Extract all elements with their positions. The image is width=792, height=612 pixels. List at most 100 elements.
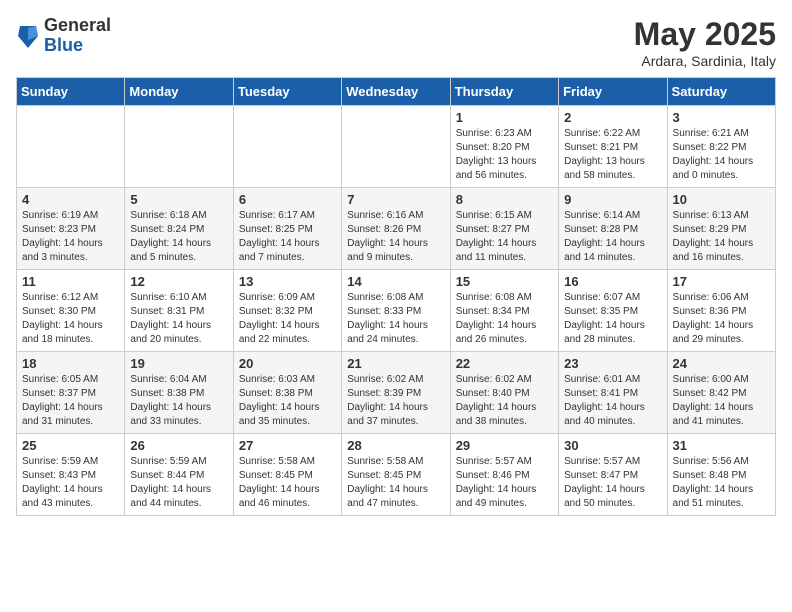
day-info: Sunrise: 6:08 AM Sunset: 8:33 PM Dayligh…: [347, 291, 444, 347]
day-number: 19: [130, 356, 227, 371]
day-info: Sunrise: 6:07 AM Sunset: 8:35 PM Dayligh…: [564, 291, 661, 347]
day-info: Sunrise: 6:17 AM Sunset: 8:25 PM Dayligh…: [239, 209, 336, 265]
week-row-1: 1 Sunrise: 6:23 AM Sunset: 8:20 PM Daylig…: [17, 106, 776, 188]
day-info: Sunrise: 6:00 AM Sunset: 8:42 PM Dayligh…: [673, 373, 770, 429]
calendar-cell: 21 Sunrise: 6:02 AM Sunset: 8:39 PM Dayli…: [342, 352, 450, 434]
day-info: Sunrise: 6:13 AM Sunset: 8:29 PM Dayligh…: [673, 209, 770, 265]
day-info: Sunrise: 6:02 AM Sunset: 8:40 PM Dayligh…: [456, 373, 553, 429]
day-number: 4: [22, 192, 119, 207]
calendar-cell: 20 Sunrise: 6:03 AM Sunset: 8:38 PM Dayli…: [233, 352, 341, 434]
day-number: 7: [347, 192, 444, 207]
logo-blue: Blue: [44, 36, 111, 56]
day-number: 5: [130, 192, 227, 207]
day-info: Sunrise: 6:04 AM Sunset: 8:38 PM Dayligh…: [130, 373, 227, 429]
calendar-cell: 2 Sunrise: 6:22 AM Sunset: 8:21 PM Daylig…: [559, 106, 667, 188]
day-info: Sunrise: 5:57 AM Sunset: 8:46 PM Dayligh…: [456, 455, 553, 511]
day-info: Sunrise: 6:23 AM Sunset: 8:20 PM Dayligh…: [456, 127, 553, 183]
weekday-header-sunday: Sunday: [17, 78, 125, 106]
day-info: Sunrise: 6:12 AM Sunset: 8:30 PM Dayligh…: [22, 291, 119, 347]
calendar-cell: 31Sunrise: 5:56 AM Sunset: 8:48 PM Dayli…: [667, 434, 775, 516]
calendar-cell: 25 Sunrise: 5:59 AM Sunset: 8:43 PM Dayli…: [17, 434, 125, 516]
calendar-cell: 6 Sunrise: 6:17 AM Sunset: 8:25 PM Daylig…: [233, 188, 341, 270]
day-number: 15: [456, 274, 553, 289]
day-info: Sunrise: 6:09 AM Sunset: 8:32 PM Dayligh…: [239, 291, 336, 347]
day-number: 22: [456, 356, 553, 371]
day-number: 25: [22, 438, 119, 453]
calendar-cell: 3Sunrise: 6:21 AM Sunset: 8:22 PM Daylig…: [667, 106, 775, 188]
day-info: Sunrise: 6:14 AM Sunset: 8:28 PM Dayligh…: [564, 209, 661, 265]
weekday-header-thursday: Thursday: [450, 78, 558, 106]
weekday-header-wednesday: Wednesday: [342, 78, 450, 106]
day-info: Sunrise: 6:22 AM Sunset: 8:21 PM Dayligh…: [564, 127, 661, 183]
day-info: Sunrise: 6:10 AM Sunset: 8:31 PM Dayligh…: [130, 291, 227, 347]
calendar-cell: 28 Sunrise: 5:58 AM Sunset: 8:45 PM Dayli…: [342, 434, 450, 516]
day-number: 28: [347, 438, 444, 453]
weekday-header-monday: Monday: [125, 78, 233, 106]
day-info: Sunrise: 6:08 AM Sunset: 8:34 PM Dayligh…: [456, 291, 553, 347]
logo-text: General Blue: [44, 16, 111, 56]
day-number: 30: [564, 438, 661, 453]
logo: General Blue: [16, 16, 111, 56]
day-number: 23: [564, 356, 661, 371]
day-number: 17: [673, 274, 770, 289]
week-row-2: 4 Sunrise: 6:19 AM Sunset: 8:23 PM Daylig…: [17, 188, 776, 270]
day-info: Sunrise: 5:56 AM Sunset: 8:48 PM Dayligh…: [673, 455, 770, 511]
day-info: Sunrise: 5:59 AM Sunset: 8:44 PM Dayligh…: [130, 455, 227, 511]
day-number: 10: [673, 192, 770, 207]
day-info: Sunrise: 5:59 AM Sunset: 8:43 PM Dayligh…: [22, 455, 119, 511]
calendar-cell: 30 Sunrise: 5:57 AM Sunset: 8:47 PM Dayli…: [559, 434, 667, 516]
day-info: Sunrise: 6:16 AM Sunset: 8:26 PM Dayligh…: [347, 209, 444, 265]
week-row-4: 18Sunrise: 6:05 AM Sunset: 8:37 PM Dayli…: [17, 352, 776, 434]
day-number: 8: [456, 192, 553, 207]
calendar-cell: 7 Sunrise: 6:16 AM Sunset: 8:26 PM Daylig…: [342, 188, 450, 270]
day-number: 29: [456, 438, 553, 453]
day-info: Sunrise: 6:01 AM Sunset: 8:41 PM Dayligh…: [564, 373, 661, 429]
calendar-cell: 17Sunrise: 6:06 AM Sunset: 8:36 PM Dayli…: [667, 270, 775, 352]
day-info: Sunrise: 6:19 AM Sunset: 8:23 PM Dayligh…: [22, 209, 119, 265]
calendar-cell: 23 Sunrise: 6:01 AM Sunset: 8:41 PM Dayli…: [559, 352, 667, 434]
week-row-3: 11Sunrise: 6:12 AM Sunset: 8:30 PM Dayli…: [17, 270, 776, 352]
calendar-cell: [342, 106, 450, 188]
calendar-cell: 1 Sunrise: 6:23 AM Sunset: 8:20 PM Daylig…: [450, 106, 558, 188]
location-subtitle: Ardara, Sardinia, Italy: [634, 53, 776, 69]
weekday-header-row: SundayMondayTuesdayWednesdayThursdayFrid…: [17, 78, 776, 106]
day-info: Sunrise: 6:05 AM Sunset: 8:37 PM Dayligh…: [22, 373, 119, 429]
main-title: May 2025: [634, 16, 776, 53]
day-info: Sunrise: 6:02 AM Sunset: 8:39 PM Dayligh…: [347, 373, 444, 429]
day-info: Sunrise: 6:03 AM Sunset: 8:38 PM Dayligh…: [239, 373, 336, 429]
calendar-cell: 10 Sunrise: 6:13 AM Sunset: 8:29 PM Dayli…: [667, 188, 775, 270]
calendar-cell: [233, 106, 341, 188]
calendar-cell: 26 Sunrise: 5:59 AM Sunset: 8:44 PM Dayli…: [125, 434, 233, 516]
day-number: 6: [239, 192, 336, 207]
logo-general: General: [44, 16, 111, 36]
calendar-cell: [17, 106, 125, 188]
day-number: 14: [347, 274, 444, 289]
day-info: Sunrise: 5:58 AM Sunset: 8:45 PM Dayligh…: [239, 455, 336, 511]
day-info: Sunrise: 5:57 AM Sunset: 8:47 PM Dayligh…: [564, 455, 661, 511]
calendar-cell: 24Sunrise: 6:00 AM Sunset: 8:42 PM Dayli…: [667, 352, 775, 434]
day-number: 20: [239, 356, 336, 371]
day-number: 21: [347, 356, 444, 371]
day-number: 2: [564, 110, 661, 125]
day-number: 16: [564, 274, 661, 289]
title-block: May 2025 Ardara, Sardinia, Italy: [634, 16, 776, 69]
calendar-table: SundayMondayTuesdayWednesdayThursdayFrid…: [16, 77, 776, 516]
calendar-cell: 18Sunrise: 6:05 AM Sunset: 8:37 PM Dayli…: [17, 352, 125, 434]
day-number: 26: [130, 438, 227, 453]
day-number: 1: [456, 110, 553, 125]
day-info: Sunrise: 6:18 AM Sunset: 8:24 PM Dayligh…: [130, 209, 227, 265]
calendar-cell: [125, 106, 233, 188]
calendar-cell: 5 Sunrise: 6:18 AM Sunset: 8:24 PM Daylig…: [125, 188, 233, 270]
calendar-cell: 15 Sunrise: 6:08 AM Sunset: 8:34 PM Dayli…: [450, 270, 558, 352]
day-info: Sunrise: 5:58 AM Sunset: 8:45 PM Dayligh…: [347, 455, 444, 511]
weekday-header-friday: Friday: [559, 78, 667, 106]
weekday-header-tuesday: Tuesday: [233, 78, 341, 106]
calendar-cell: 27 Sunrise: 5:58 AM Sunset: 8:45 PM Dayli…: [233, 434, 341, 516]
calendar-cell: 8 Sunrise: 6:15 AM Sunset: 8:27 PM Daylig…: [450, 188, 558, 270]
day-info: Sunrise: 6:15 AM Sunset: 8:27 PM Dayligh…: [456, 209, 553, 265]
calendar-cell: 19 Sunrise: 6:04 AM Sunset: 8:38 PM Dayli…: [125, 352, 233, 434]
page-header: General Blue May 2025 Ardara, Sardinia, …: [16, 16, 776, 69]
day-number: 13: [239, 274, 336, 289]
calendar-cell: 11Sunrise: 6:12 AM Sunset: 8:30 PM Dayli…: [17, 270, 125, 352]
day-number: 27: [239, 438, 336, 453]
